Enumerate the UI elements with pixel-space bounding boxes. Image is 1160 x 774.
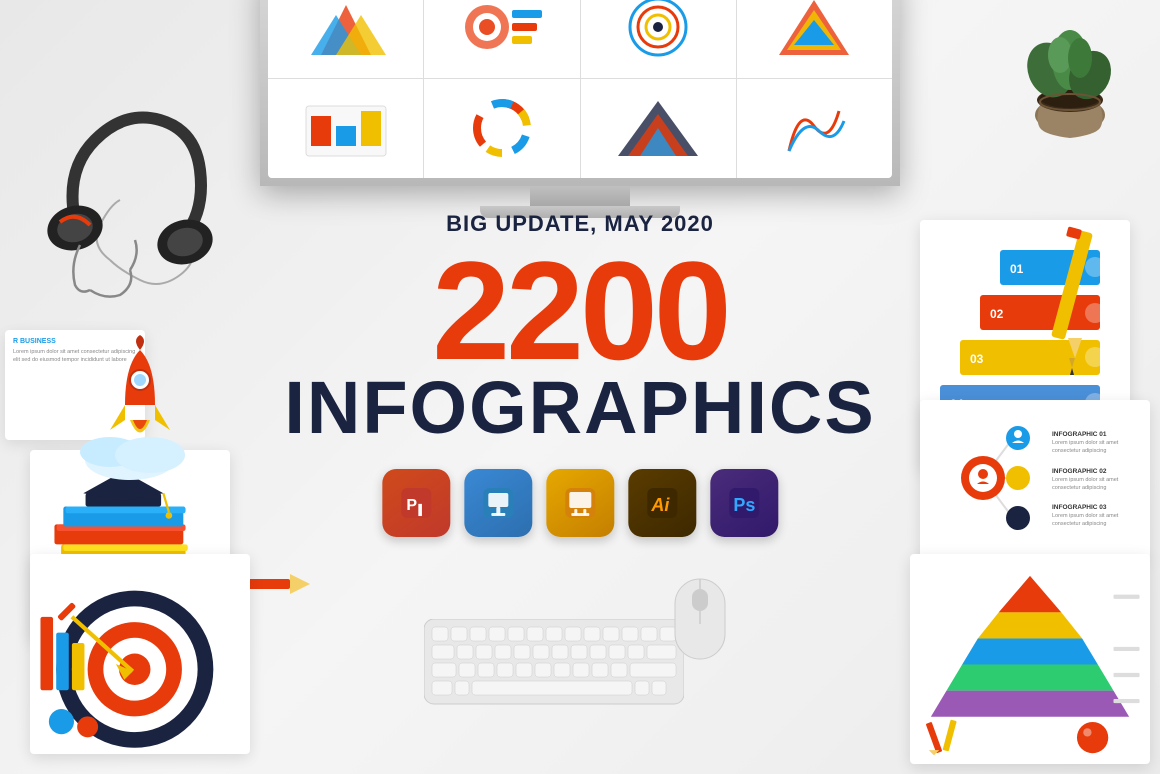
monitor-screen: [268, 0, 892, 178]
screen-cell-2: [424, 0, 579, 78]
screen-cell-5: [268, 79, 423, 179]
svg-text:Ps: Ps: [733, 495, 755, 515]
monitor-stand-top: [530, 186, 630, 206]
svg-text:01: 01: [1010, 262, 1024, 276]
monitor-frame: [260, 0, 900, 186]
svg-text:P: P: [406, 497, 417, 514]
card-network: INFOGRAPHIC 01 Lorem ipsum dolor sit ame…: [920, 400, 1150, 560]
headphones: [20, 80, 240, 300]
keynote-icon[interactable]: [464, 469, 532, 537]
big-number: 2200: [284, 241, 875, 381]
screen-cell-4: [737, 0, 892, 78]
network-diagram: [928, 408, 1038, 553]
mouse: [660, 569, 740, 694]
screen-cell-6: [424, 79, 579, 179]
monitor-area: [240, 0, 920, 218]
main-title: INFOGRAPHICS: [284, 371, 875, 445]
screen-cell-3: [581, 0, 736, 78]
svg-text:03: 03: [970, 352, 984, 366]
center-text-block: BIG UPDATE, MAY 2020 2200 INFOGRAPHICS P…: [284, 211, 875, 537]
screen-cell-8: [737, 79, 892, 179]
illustrator-icon[interactable]: Ai: [628, 469, 696, 537]
monitor: [260, 0, 900, 218]
impress-icon[interactable]: [546, 469, 614, 537]
card-pyramid: [910, 554, 1150, 764]
keyboard: [424, 619, 684, 714]
svg-text:Ai: Ai: [650, 495, 670, 515]
plant: [1010, 20, 1130, 140]
screen-cell-7: [581, 79, 736, 179]
card-target: [30, 554, 250, 754]
powerpoint-icon[interactable]: P ▌: [382, 469, 450, 537]
rocket-area: [60, 330, 220, 490]
svg-text:▌: ▌: [418, 503, 425, 517]
screen-cell-1: [268, 0, 423, 78]
photoshop-icon[interactable]: Ps: [710, 469, 778, 537]
network-labels: INFOGRAPHIC 01 Lorem ipsum dolor sit ame…: [1052, 431, 1142, 528]
app-icons-row: P ▌ Ai: [284, 469, 875, 537]
svg-text:02: 02: [990, 307, 1004, 321]
